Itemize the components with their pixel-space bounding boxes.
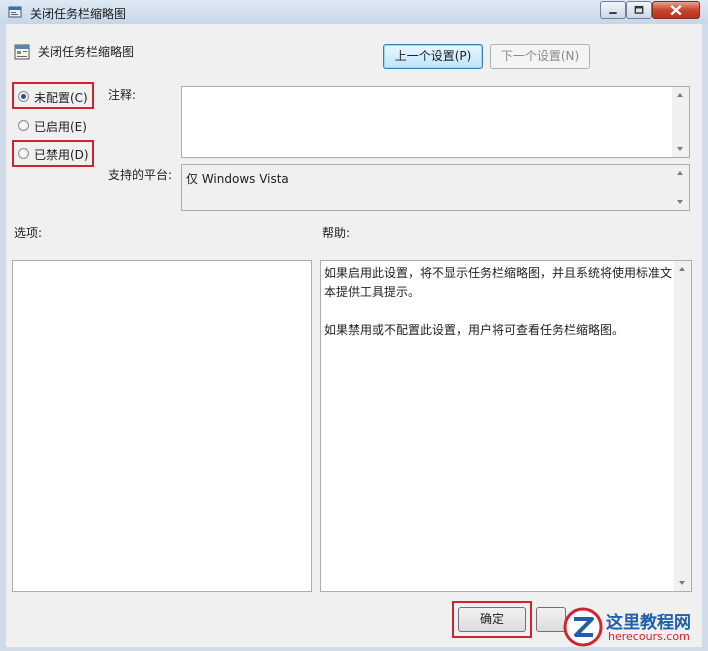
radio-label: 未配置(C) xyxy=(34,91,88,105)
radio-not-configured[interactable]: 未配置(C) xyxy=(18,89,92,105)
options-pane[interactable] xyxy=(12,260,312,592)
options-label: 选项: xyxy=(14,226,43,240)
scroll-up-icon[interactable] xyxy=(677,171,683,175)
help-scrollbar[interactable] xyxy=(674,261,691,591)
z-logo-icon xyxy=(563,607,603,647)
minimize-icon xyxy=(609,12,617,14)
scroll-down-icon[interactable] xyxy=(677,200,683,204)
previous-setting-button[interactable]: 上一个设置(P) xyxy=(383,44,483,69)
radio-label: 已禁用(D) xyxy=(34,148,89,162)
close-icon xyxy=(670,4,682,16)
comment-label: 注释: xyxy=(108,88,137,102)
help-text: 如果启用此设置，将不显示任务栏缩略图，并且系统将使用标准文本提供工具提示。 如果… xyxy=(324,264,674,359)
help-paragraph: 如果禁用或不配置此设置，用户将可查看任务栏缩略图。 xyxy=(324,323,625,337)
platform-value: 仅 Windows Vista xyxy=(186,172,289,186)
platform-textbox[interactable]: 仅 Windows Vista xyxy=(181,164,690,211)
comment-scrollbar[interactable] xyxy=(672,87,689,157)
help-label: 帮助: xyxy=(322,226,351,240)
radio-enabled[interactable]: 已启用(E) xyxy=(18,118,92,134)
watermark-url: herecours.com xyxy=(608,630,690,643)
comment-textbox[interactable] xyxy=(181,86,690,158)
scroll-up-icon[interactable] xyxy=(679,267,685,271)
policy-title: 关闭任务栏缩略图 xyxy=(38,45,135,59)
radio-button[interactable] xyxy=(18,91,29,102)
close-button[interactable] xyxy=(652,1,700,19)
minimize-button[interactable] xyxy=(600,1,626,19)
next-setting-button[interactable]: 下一个设置(N) xyxy=(490,44,590,69)
maximize-button[interactable] xyxy=(626,1,652,19)
watermark-logo: 这里教程网 herecours.com xyxy=(562,606,702,648)
radio-button[interactable] xyxy=(18,148,29,159)
help-paragraph: 如果启用此设置，将不显示任务栏缩略图，并且系统将使用标准文本提供工具提示。 xyxy=(324,266,673,299)
scroll-up-icon[interactable] xyxy=(677,93,683,97)
policy-setting-icon xyxy=(14,44,30,60)
policy-app-icon xyxy=(8,6,22,18)
radio-button[interactable] xyxy=(18,120,29,131)
platform-scrollbar[interactable] xyxy=(672,165,689,210)
scroll-down-icon[interactable] xyxy=(677,147,683,151)
platform-label: 支持的平台: xyxy=(108,168,173,182)
maximize-icon xyxy=(634,5,644,14)
window-title: 关闭任务栏缩略图 xyxy=(30,7,127,21)
radio-disabled[interactable]: 已禁用(D) xyxy=(18,146,92,162)
radio-label: 已启用(E) xyxy=(34,120,87,134)
ok-button[interactable]: 确定 xyxy=(458,607,526,632)
scroll-down-icon[interactable] xyxy=(679,581,685,585)
